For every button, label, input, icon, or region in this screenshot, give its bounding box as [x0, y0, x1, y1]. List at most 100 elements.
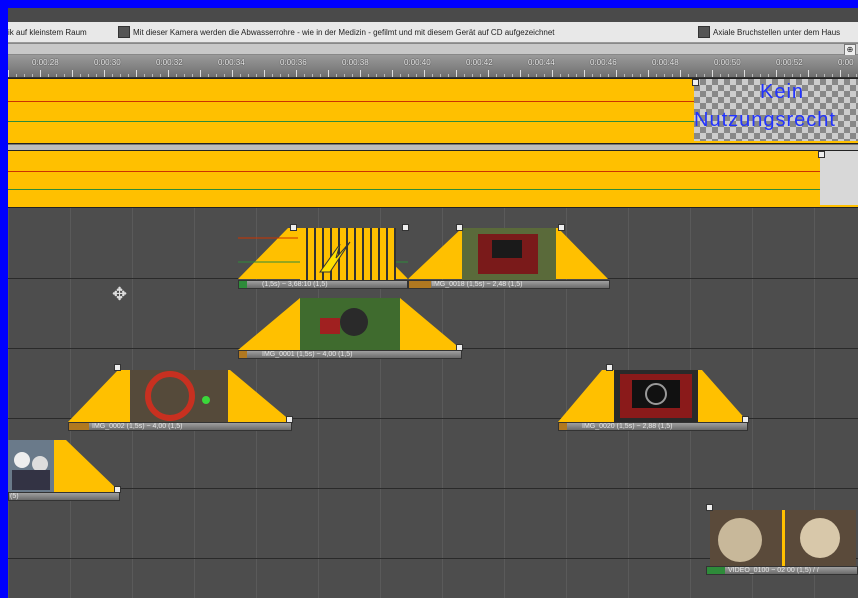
clip-thumbnail	[614, 370, 698, 422]
ruler-tick	[64, 74, 65, 77]
ruler-tick	[272, 74, 273, 77]
ruler-tick	[56, 74, 57, 77]
ruler-time-label: 0:00:34	[218, 58, 245, 67]
ruler-tick	[552, 70, 553, 77]
empty-track-area	[820, 151, 858, 205]
ruler-tick	[200, 70, 201, 77]
ruler-tick	[328, 70, 329, 77]
ruler-tick	[808, 70, 809, 77]
clip-handle[interactable]	[114, 486, 121, 493]
overlay-clip[interactable]: VIDEO_0100 ~ 02 00 (1,5) / /	[706, 504, 858, 576]
ruler-tick	[16, 74, 17, 77]
overlay-clip[interactable]: (5)	[8, 434, 121, 506]
ruler-tick	[664, 74, 665, 77]
ruler-tick	[736, 74, 737, 77]
ruler-tick	[128, 74, 129, 77]
ruler-tick	[208, 74, 209, 77]
ruler-tick	[376, 74, 377, 77]
ruler-tick	[248, 74, 249, 77]
ruler-tick	[560, 74, 561, 77]
opacity-line	[8, 189, 858, 190]
ruler-tick	[288, 74, 289, 77]
ruler-tick	[832, 74, 833, 77]
clip-thumbnail	[462, 228, 556, 280]
overlay-clip[interactable]: (1,5s) ~ 3,68:10 (1,5)	[238, 224, 409, 296]
overlay-clip[interactable]: IMG_0002 (1,5s) ~ 4,00 (1,5)	[68, 364, 293, 436]
clip-label: VIDEO_0100 ~ 02 00 (1,5) / /	[728, 567, 819, 574]
video-track-1[interactable]: Kein Nutzungsrecht	[8, 78, 858, 144]
ruler-time-label: 0:00:48	[652, 58, 679, 67]
ruler-tick	[440, 74, 441, 77]
ruler-tick	[576, 74, 577, 77]
ruler-tick	[464, 74, 465, 77]
ruler-tick	[568, 74, 569, 77]
ruler-tick	[80, 74, 81, 77]
timeline-window: ik auf kleinstem Raum Mit dieser Kamera …	[8, 8, 858, 598]
ruler-tick	[680, 70, 681, 77]
ruler-tick	[456, 70, 457, 77]
ruler-tick	[240, 74, 241, 77]
ruler-tick	[528, 74, 529, 77]
clip-label: (1,5s) ~ 3,68:10 (1,5)	[262, 281, 328, 288]
clip-handle[interactable]	[606, 364, 613, 371]
clip-handle[interactable]	[456, 224, 463, 231]
title-text-line-2: Nutzungsrecht	[694, 109, 836, 131]
clip-thumbnail	[300, 298, 400, 350]
ruler-tick	[8, 70, 9, 77]
overlay-clip[interactable]: IMG_0018 (1,5s) ~ 2,48 (1,5)	[408, 224, 610, 296]
overlay-clip[interactable]: IMG_0001 (1,5s) ~ 4,00 (1,5)	[238, 292, 463, 364]
overlay-tracks[interactable]: ✥ (1,5s) ~ 3,68:10 (1,5) IMG_0018 (1,5s)…	[8, 208, 858, 598]
video-track-2[interactable]	[8, 150, 858, 208]
overlay-clip[interactable]: IMG_0020 (1,5s) ~ 2,88 (1,5)	[558, 364, 749, 436]
lane-divider	[8, 488, 858, 489]
ruler-tick	[752, 74, 753, 77]
clip-label: IMG_0020 (1,5s) ~ 2,88 (1,5)	[582, 423, 673, 430]
ruler-tick	[408, 74, 409, 77]
ruler-tick	[760, 74, 761, 77]
ruler-tick	[840, 70, 841, 77]
ruler-tick	[144, 74, 145, 77]
ruler-tick	[656, 74, 657, 77]
ruler-tick	[352, 74, 353, 77]
ruler-tick	[824, 74, 825, 77]
time-ruler[interactable]: 0:00:28 0:00:30 0:00:32 0:00:34 0:00:36 0:00:…	[8, 55, 858, 78]
clip-handle[interactable]	[286, 416, 293, 423]
ruler-tick	[600, 74, 601, 77]
ruler-time-label: 0:00:28	[32, 58, 59, 67]
marker-text: Mit dieser Kamera werden die Abwasserroh…	[133, 27, 555, 37]
marker-item[interactable]: Axiale Bruchstellen unter dem Haus	[698, 25, 840, 39]
ruler-tick	[360, 70, 361, 77]
ruler-tick	[720, 74, 721, 77]
clip-label: IMG_0002 (1,5s) ~ 4,00 (1,5)	[92, 423, 183, 430]
ruler-tick	[192, 74, 193, 77]
ruler-tick	[368, 74, 369, 77]
ruler-tick	[512, 74, 513, 77]
ruler-tick	[280, 74, 281, 77]
ruler-time-label: 0:00:44	[528, 58, 555, 67]
clip-handle[interactable]	[692, 79, 699, 86]
ruler-tick	[616, 70, 617, 77]
clip-handle[interactable]	[818, 151, 825, 158]
ruler-tick	[160, 74, 161, 77]
ruler-time-label: 0:00	[838, 58, 854, 67]
ruler-time-label: 0:00:40	[404, 58, 431, 67]
marker-item[interactable]: ik auf kleinstem Raum	[8, 25, 87, 39]
title-clip[interactable]: Kein Nutzungsrecht	[694, 79, 858, 141]
clip-handle[interactable]	[114, 364, 121, 371]
ruler-tick	[304, 74, 305, 77]
clip-handle[interactable]	[706, 504, 713, 511]
marker-item[interactable]: Mit dieser Kamera werden die Abwasserroh…	[118, 25, 555, 39]
clip-handle[interactable]	[290, 224, 297, 231]
volume-line	[8, 171, 858, 172]
ruler-tick	[264, 70, 265, 77]
marker-text: Axiale Bruchstellen unter dem Haus	[713, 27, 841, 37]
ruler-tick	[648, 70, 649, 77]
clip-handle[interactable]	[742, 416, 749, 423]
ruler-tick	[712, 70, 713, 77]
horizontal-scrollbar[interactable]: ⊕	[8, 43, 858, 56]
ruler-tick	[728, 74, 729, 77]
clip-handle[interactable]	[456, 344, 463, 351]
ruler-tick	[504, 74, 505, 77]
clip-handle[interactable]	[558, 224, 565, 231]
ruler-tick	[104, 70, 105, 77]
